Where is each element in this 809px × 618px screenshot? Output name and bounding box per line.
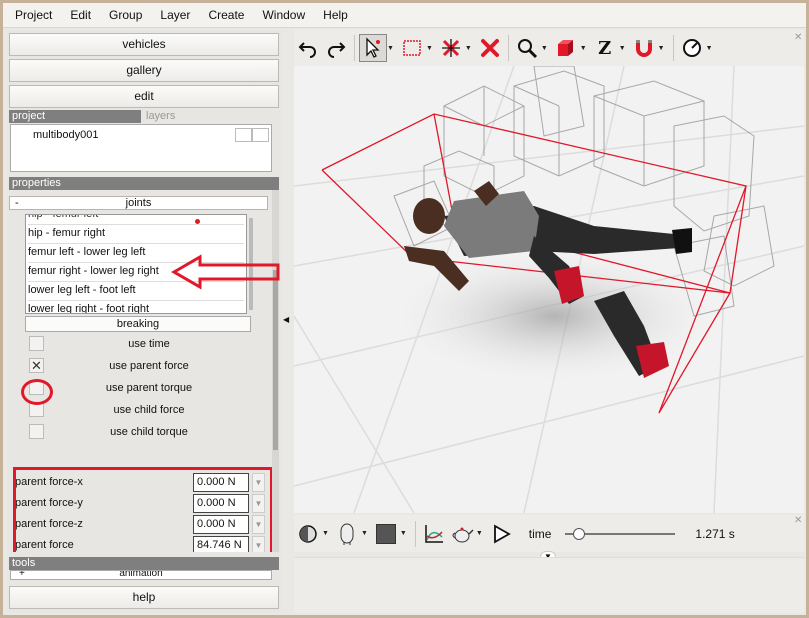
list-item[interactable]: lower leg right - foot right <box>28 301 244 313</box>
left-panel: vehicles gallery edit project layers mul… <box>7 30 281 613</box>
project-item[interactable]: multibody001 <box>33 129 98 141</box>
toolbar-separator <box>672 35 674 61</box>
undo-icon[interactable] <box>294 34 322 62</box>
project-tabs: project layers <box>9 110 279 123</box>
chevron-down-icon[interactable]: ▼ <box>541 45 548 52</box>
z-axis-icon[interactable]: Z <box>591 34 619 62</box>
use-parent-force-row: ✕ use parent force <box>29 357 249 375</box>
cube-icon[interactable] <box>552 34 580 62</box>
time-value: 1.271 s <box>695 526 735 541</box>
graph-icon[interactable] <box>420 520 448 548</box>
tools-header: tools <box>9 557 279 570</box>
chevron-down-icon[interactable]: ▼ <box>465 45 472 52</box>
chevron-down-icon[interactable]: ▼ <box>387 45 394 52</box>
use-child-torque-checkbox[interactable] <box>29 424 44 439</box>
gallery-button[interactable]: gallery <box>9 59 279 82</box>
redo-icon[interactable] <box>322 34 350 62</box>
chevron-down-icon[interactable]: ▼ <box>619 45 626 52</box>
menu-bar: Project Edit Group Layer Create Window H… <box>3 3 806 28</box>
tab-layers[interactable]: layers <box>141 110 279 123</box>
shading-sphere-icon[interactable] <box>294 520 322 548</box>
menu-layer[interactable]: Layer <box>151 3 199 28</box>
joints-label: joints <box>125 197 152 209</box>
breaking-section-header[interactable]: breaking <box>25 316 251 332</box>
visibility-toggle[interactable] <box>235 128 252 142</box>
viewport-toolbar: ▼ ▼ ▼ ▼ ▼ Z ▼ ▼ ▼ <box>294 30 804 66</box>
chevron-down-icon[interactable]: ▼ <box>706 45 713 52</box>
chevron-down-icon[interactable]: ▼ <box>322 530 329 537</box>
magnet-icon[interactable] <box>630 34 658 62</box>
properties-header: properties <box>9 177 279 190</box>
toolbar-separator <box>414 520 416 547</box>
highlight-circle <box>21 379 53 405</box>
use-time-label: use time <box>128 338 170 350</box>
joints-section-header[interactable]: - joints <box>9 196 268 210</box>
menu-help[interactable]: Help <box>314 3 357 28</box>
use-parent-torque-row: use parent torque <box>29 379 249 397</box>
play-icon[interactable] <box>487 520 515 548</box>
list-item[interactable]: hip - femur right <box>28 225 244 244</box>
toolbar-separator <box>507 35 509 61</box>
time-slider[interactable] <box>565 527 676 540</box>
use-parent-torque-label: use parent torque <box>105 382 193 394</box>
help-button[interactable]: help <box>9 586 279 609</box>
close-icon[interactable]: ✕ <box>794 32 802 43</box>
use-child-force-row: use child force <box>29 401 249 419</box>
gauge-icon[interactable] <box>678 34 706 62</box>
menu-create[interactable]: Create <box>199 3 253 28</box>
use-child-torque-label: use child torque <box>110 426 188 438</box>
rectangle-select-icon[interactable] <box>398 34 426 62</box>
bottom-panel <box>294 557 804 613</box>
use-parent-force-label: use parent force <box>109 360 189 372</box>
list-item[interactable]: hip - femur left <box>28 215 244 225</box>
tab-project[interactable]: project <box>9 110 141 123</box>
vehicles-button[interactable]: vehicles <box>9 33 279 56</box>
chevron-down-icon[interactable]: ▼ <box>476 530 483 537</box>
menu-window[interactable]: Window <box>253 3 314 28</box>
menu-project[interactable]: Project <box>3 3 61 28</box>
toolbar-separator <box>354 35 355 61</box>
annotation-arrow <box>170 254 280 290</box>
highlight-rectangle <box>13 467 272 552</box>
indicator-dot <box>195 219 200 224</box>
chevron-down-icon[interactable]: ▼ <box>361 530 368 537</box>
zoom-icon[interactable] <box>513 34 541 62</box>
3d-viewport[interactable] <box>294 66 804 513</box>
scroll-thumb[interactable] <box>273 270 278 450</box>
chevron-down-icon[interactable]: ▼ <box>426 45 433 52</box>
timeline-toolbar: ▼ ▼ ▼ ▼ time 1.271 s <box>294 515 804 552</box>
transform-icon[interactable] <box>437 34 465 62</box>
menu-edit[interactable]: Edit <box>61 3 100 28</box>
select-arrow-icon[interactable] <box>359 34 387 62</box>
head-icon[interactable] <box>333 520 361 548</box>
properties-scrollbar[interactable] <box>272 190 279 552</box>
teapot-icon[interactable] <box>448 520 476 548</box>
lock-toggle[interactable] <box>252 128 269 142</box>
time-label: time <box>528 526 552 541</box>
properties-panel: - joints hip - femur left hip - femur ri… <box>9 190 272 552</box>
chevron-down-icon[interactable]: ▼ <box>658 45 665 52</box>
use-time-checkbox[interactable] <box>29 336 44 351</box>
edit-button[interactable]: edit <box>9 85 279 108</box>
animation-section[interactable]: + animation <box>10 570 272 580</box>
use-parent-force-checkbox[interactable]: ✕ <box>29 358 44 373</box>
chevron-down-icon[interactable]: ▼ <box>580 45 587 52</box>
project-tree: multibody001 <box>10 124 272 172</box>
collapse-left-icon[interactable]: ◀ <box>283 312 293 328</box>
color-swatch-icon[interactable] <box>372 520 400 548</box>
use-time-row: use time <box>29 335 249 353</box>
scene <box>294 66 804 513</box>
chevron-down-icon[interactable]: ▼ <box>400 530 407 537</box>
menu-group[interactable]: Group <box>100 3 151 28</box>
slider-knob[interactable] <box>573 527 586 540</box>
close-icon[interactable]: ✕ <box>794 515 802 526</box>
use-child-torque-row: use child torque <box>29 423 249 441</box>
delete-icon[interactable] <box>476 34 504 62</box>
use-child-force-label: use child force <box>113 404 185 416</box>
animation-label: animation <box>119 570 163 579</box>
